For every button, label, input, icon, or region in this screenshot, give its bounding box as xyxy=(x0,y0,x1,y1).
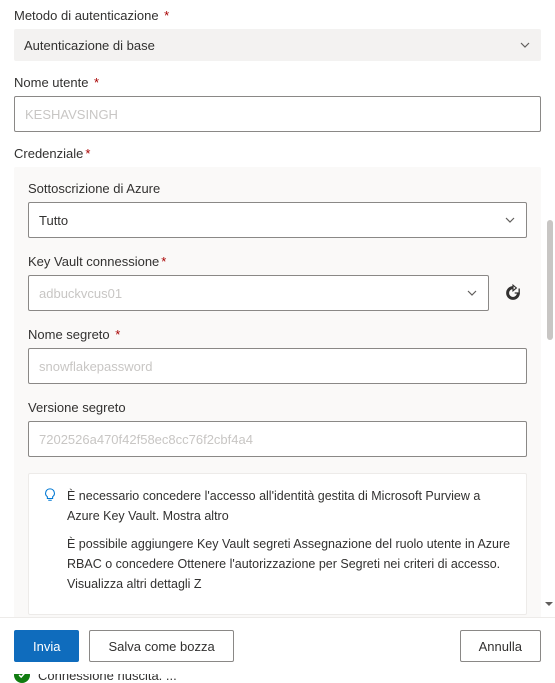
keyvault-label: Key Vault connessione* xyxy=(28,254,527,269)
cancel-button[interactable]: Annulla xyxy=(460,630,541,662)
details-link[interactable]: Visualizza altri dettagli Z xyxy=(67,577,202,591)
refresh-icon xyxy=(504,284,522,302)
refresh-button[interactable] xyxy=(499,279,527,307)
auth-method-select[interactable]: Autenticazione di base xyxy=(14,29,541,61)
auth-method-label: Metodo di autenticazione * xyxy=(14,8,541,23)
scroll-down-icon[interactable] xyxy=(543,598,555,610)
credential-panel: Sottoscrizione di Azure Tutto Key Vault … xyxy=(14,167,541,625)
secret-name-label: Nome segreto * xyxy=(28,327,527,342)
chevron-down-icon xyxy=(504,214,516,226)
info-text-2: È possibile aggiungere Key Vault segreti… xyxy=(67,534,512,594)
username-input[interactable] xyxy=(14,96,541,132)
subscription-select[interactable]: Tutto xyxy=(28,202,527,238)
subscription-label: Sottoscrizione di Azure xyxy=(28,181,527,196)
submit-button[interactable]: Invia xyxy=(14,630,79,662)
keyvault-select[interactable]: adbuckvcus01 xyxy=(28,275,489,311)
save-draft-button[interactable]: Salva come bozza xyxy=(89,630,233,662)
show-more-link[interactable]: Mostra altro xyxy=(163,509,229,523)
lightbulb-icon xyxy=(43,488,57,526)
footer: Invia Salva come bozza Annulla xyxy=(0,617,555,674)
credential-title: Credenziale* xyxy=(14,146,541,161)
secret-version-input[interactable] xyxy=(28,421,527,457)
secret-name-input[interactable] xyxy=(28,348,527,384)
scrollbar-thumb[interactable] xyxy=(547,220,553,340)
username-label: Nome utente * xyxy=(14,75,541,90)
chevron-down-icon xyxy=(466,287,478,299)
chevron-down-icon xyxy=(519,39,531,51)
secret-version-label: Versione segreto xyxy=(28,400,527,415)
info-box: È necessario concedere l'accesso all'ide… xyxy=(28,473,527,615)
info-text-1: È necessario concedere l'accesso all'ide… xyxy=(67,486,512,526)
